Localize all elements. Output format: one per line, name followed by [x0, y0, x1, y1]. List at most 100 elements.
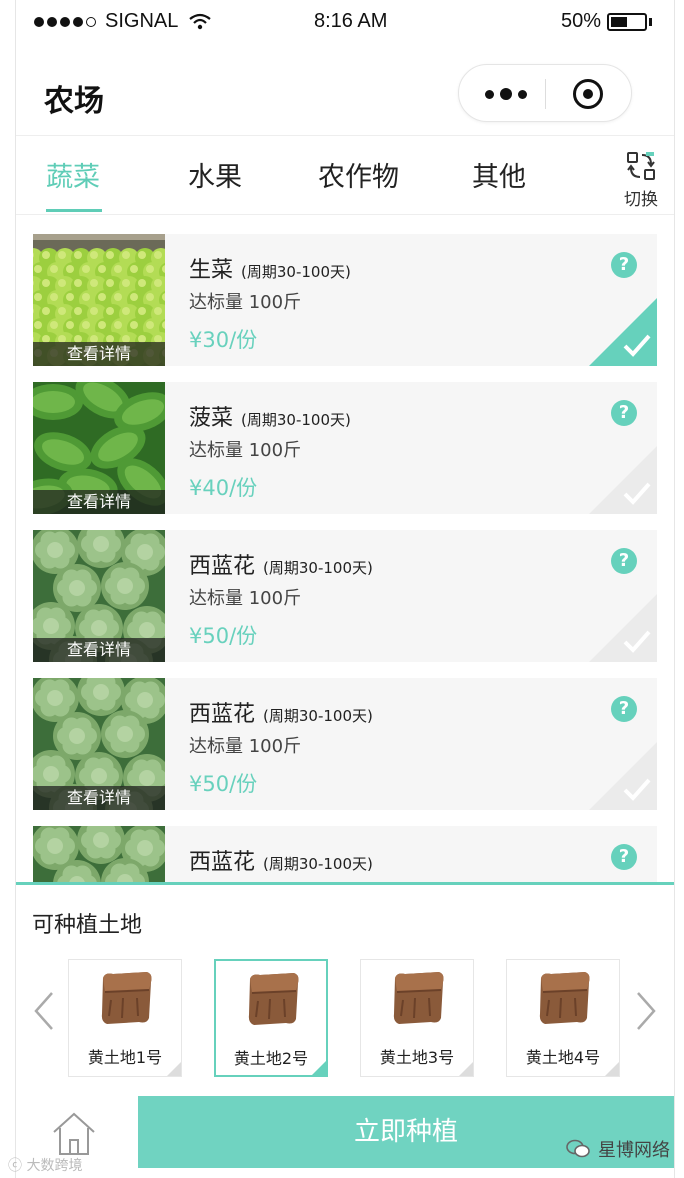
- tab-others[interactable]: 其他: [472, 155, 526, 194]
- watermark-left: ⓒ 大数跨境: [8, 1158, 83, 1174]
- crop-period: (周期30-100天): [263, 707, 373, 725]
- view-detail-link[interactable]: 查看详情: [33, 342, 165, 366]
- crop-name: 西蓝花: [189, 850, 256, 875]
- active-tab-indicator: [46, 209, 102, 212]
- crop-period: (周期30-100天): [263, 559, 373, 577]
- crop-item[interactable]: 查看详情 菠菜 (周期30-100天) 达标量 100斤 ¥40/份?: [33, 382, 657, 514]
- crop-price: ¥50/份: [189, 772, 258, 796]
- view-detail-link[interactable]: 查看详情: [33, 490, 165, 514]
- tab-vegetables[interactable]: 蔬菜: [46, 155, 100, 194]
- land-plot-name: 黄土地4号: [525, 1048, 601, 1067]
- crop-item[interactable]: 查看详情 西蓝花 (周期30-100天) 达标量 100斤 ¥50/份?: [33, 678, 657, 810]
- crop-price: ¥30/份: [189, 328, 258, 352]
- signal-dot-empty-icon: [86, 16, 96, 27]
- home-icon[interactable]: [50, 1110, 98, 1158]
- crop-title: 生菜 (周期30-100天): [189, 252, 351, 284]
- page-title: 农场: [44, 84, 104, 119]
- watermark-brand: 星博网络: [598, 1140, 670, 1161]
- crop-image[interactable]: 查看详情: [33, 678, 165, 810]
- right-frame-border: [674, 0, 675, 1178]
- plot-corner-icon: [312, 1061, 326, 1075]
- land-plot-card[interactable]: 黄土地4号: [506, 959, 620, 1077]
- land-heading: 可种植土地: [32, 913, 143, 938]
- help-icon[interactable]: ?: [611, 548, 637, 574]
- soil-icon: [393, 972, 444, 1024]
- watermark-right: 星博网络: [566, 1136, 670, 1162]
- crop-price: ¥40/份: [189, 476, 258, 500]
- switch-button[interactable]: 切换: [616, 149, 666, 210]
- capsule-divider: [545, 79, 546, 109]
- crop-title: 菠菜 (周期30-100天): [189, 400, 351, 432]
- view-detail-link[interactable]: 查看详情: [33, 786, 165, 810]
- soil-icon: [539, 972, 590, 1024]
- signal-dot-icon: [34, 16, 44, 27]
- signal-dot-icon: [47, 16, 57, 27]
- land-plot-card[interactable]: 黄土地3号: [360, 959, 474, 1077]
- plot-corner-icon: [605, 1062, 619, 1076]
- battery-tip-icon: [649, 17, 652, 26]
- navigation-bar: 农场: [16, 44, 674, 136]
- crop-name: 西蓝花: [189, 702, 256, 727]
- crop-price: ¥50/份: [189, 624, 258, 648]
- crop-standard: 达标量 100斤: [189, 736, 302, 757]
- crop-name: 西蓝花: [189, 554, 256, 579]
- battery-icon: [607, 12, 647, 31]
- unselected-check-icon: [589, 446, 657, 514]
- crop-period: (周期30-100天): [241, 411, 351, 429]
- crop-title: 西蓝花 (周期30-100天): [189, 696, 373, 728]
- help-icon[interactable]: ?: [611, 400, 637, 426]
- land-plot-name: 黄土地2号: [233, 1049, 309, 1068]
- land-plot-card[interactable]: 黄土地1号: [68, 959, 182, 1077]
- help-icon[interactable]: ?: [611, 696, 637, 722]
- crop-period: (周期30-100天): [241, 263, 351, 281]
- crop-image[interactable]: 查看详情: [33, 382, 165, 514]
- crop-title: 西蓝花 (周期30-100天): [189, 548, 373, 580]
- crop-name: 菠菜: [189, 406, 234, 431]
- switch-label: 切换: [624, 190, 658, 210]
- tab-crops[interactable]: 农作物: [318, 155, 399, 194]
- app-page: SIGNAL 8:16 AM 50% 农场 蔬菜 水果 农作物 其他 切换 查看…: [16, 0, 674, 1178]
- plot-corner-icon: [459, 1062, 473, 1076]
- carrier-name: SIGNAL: [105, 10, 179, 32]
- wifi-icon: [189, 13, 212, 29]
- clock: 8:16 AM: [314, 10, 388, 32]
- crop-name: 生菜: [189, 258, 234, 283]
- chevron-left-icon[interactable]: [32, 991, 56, 1031]
- wechat-icon: [566, 1139, 590, 1158]
- chevron-right-icon[interactable]: [634, 991, 658, 1031]
- crop-item[interactable]: 查看详情 西蓝花 (周期30-100天) 达标量 100斤 ¥50/份?: [33, 530, 657, 662]
- status-bar: SIGNAL 8:16 AM 50%: [16, 0, 674, 44]
- signal-dot-icon: [60, 16, 70, 27]
- crop-image[interactable]: 查看详情: [33, 234, 165, 366]
- tab-fruits[interactable]: 水果: [188, 155, 242, 194]
- view-detail-link[interactable]: 查看详情: [33, 638, 165, 662]
- category-tabs: 蔬菜 水果 农作物 其他 切换: [16, 137, 674, 215]
- soil-icon: [248, 973, 299, 1025]
- mini-program-capsule: [458, 64, 632, 122]
- crop-standard: 达标量 100斤: [189, 292, 302, 313]
- land-selection-panel: 可种植土地 黄土地1号 黄土地2号 黄土地3号 黄土地4号: [16, 882, 674, 1094]
- crop-item[interactable]: 查看详情西蓝花(周期30-100天)达标量 100斤¥50/份?: [33, 826, 657, 884]
- crop-item[interactable]: 查看详情 生菜 (周期30-100天) 达标量 100斤 ¥30/份?: [33, 234, 657, 366]
- soil-icon: [101, 972, 152, 1024]
- battery-percent: 50%: [560, 10, 601, 32]
- crop-standard: 达标量 100斤: [189, 588, 302, 609]
- unselected-check-icon: [589, 594, 657, 662]
- plot-corner-icon: [167, 1062, 181, 1076]
- land-plot-card[interactable]: 黄土地2号: [214, 959, 328, 1077]
- close-mini-program-icon[interactable]: [573, 79, 603, 109]
- crop-image[interactable]: 查看详情: [33, 530, 165, 662]
- battery-indicator: 50%: [561, 10, 652, 33]
- crop-list[interactable]: 查看详情 生菜 (周期30-100天) 达标量 100斤 ¥30/份? 查看详情 菠菜 (周期…: [16, 216, 674, 884]
- help-icon[interactable]: ?: [611, 844, 637, 870]
- switch-icon: [627, 152, 655, 180]
- unselected-check-icon: [589, 742, 657, 810]
- crop-image[interactable]: 查看详情: [33, 826, 165, 884]
- land-plot-name: 黄土地3号: [379, 1048, 455, 1067]
- more-menu-icon[interactable]: [485, 87, 529, 101]
- signal-indicator: SIGNAL: [34, 10, 212, 33]
- selected-check-icon: [589, 298, 657, 366]
- help-icon[interactable]: ?: [611, 252, 637, 278]
- crop-standard: 达标量 100斤: [189, 440, 302, 461]
- signal-dot-icon: [73, 16, 83, 27]
